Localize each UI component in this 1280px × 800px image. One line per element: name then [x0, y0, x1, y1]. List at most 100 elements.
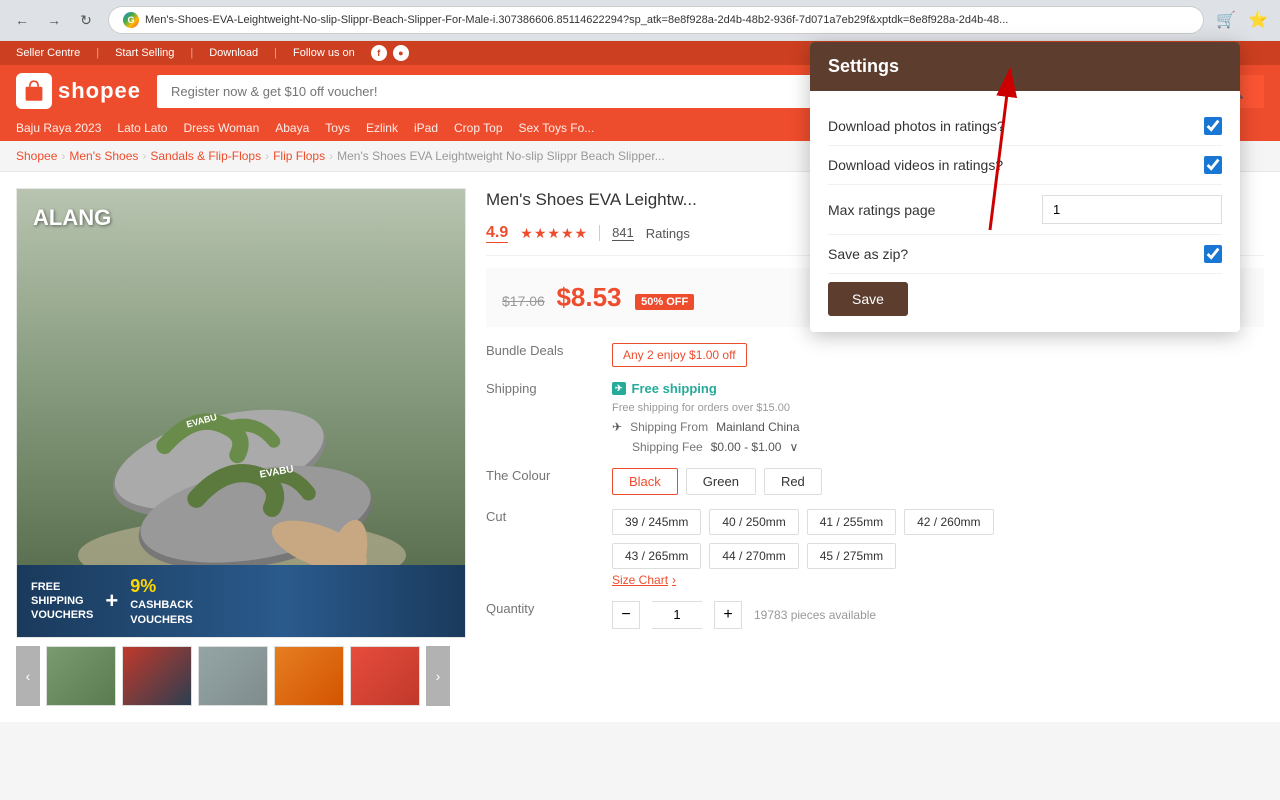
- thumbnail-2[interactable]: [122, 646, 192, 706]
- sep3: |: [274, 47, 277, 59]
- extension-button-1[interactable]: 🛒: [1212, 6, 1240, 34]
- save-zip-row: Save as zip?: [828, 235, 1222, 274]
- size-43[interactable]: 43 / 265mm: [612, 543, 701, 569]
- nav-link-sex[interactable]: Sex Toys Fo...: [519, 121, 595, 135]
- bundle-value: Any 2 enjoy $1.00 off: [612, 343, 1264, 367]
- back-button[interactable]: ←: [8, 6, 36, 34]
- extension-button-2[interactable]: ⭐: [1244, 6, 1272, 34]
- download-photos-label: Download photos in ratings?: [828, 118, 1005, 134]
- cut-label: Cut: [486, 509, 596, 524]
- save-zip-checkbox[interactable]: [1204, 245, 1222, 263]
- size-chart-link[interactable]: Size Chart ›: [612, 573, 676, 587]
- instagram-icon[interactable]: ●: [393, 45, 409, 61]
- logo-bag-icon: [16, 73, 52, 109]
- max-ratings-input[interactable]: [1042, 195, 1222, 224]
- rating-score: 4.9: [486, 224, 508, 243]
- ratings-label: Ratings: [646, 226, 690, 241]
- size-40[interactable]: 40 / 250mm: [709, 509, 798, 535]
- ship-from-label: Shipping From: [630, 420, 708, 434]
- browser-toolbar: ← → ↻ G Men's-Shoes-EVA-Leightweight-No-…: [0, 0, 1280, 40]
- nav-link-crop[interactable]: Crop Top: [454, 121, 502, 135]
- nav-link-lato[interactable]: Lato Lato: [117, 121, 167, 135]
- cut-value: 39 / 245mm 40 / 250mm 41 / 255mm 42 / 26…: [612, 509, 1264, 587]
- thumbnail-4[interactable]: [274, 646, 344, 706]
- facebook-icon[interactable]: f: [371, 45, 387, 61]
- shipping-value: ✈ Free shipping Free shipping for orders…: [612, 381, 1264, 454]
- nav-link-abaya[interactable]: Abaya: [275, 121, 309, 135]
- shipping-row: Shipping ✈ Free shipping Free shipping f…: [486, 381, 1264, 454]
- size-39[interactable]: 39 / 245mm: [612, 509, 701, 535]
- quantity-increase-button[interactable]: +: [714, 601, 742, 629]
- main-product-image: ALANG E: [16, 188, 466, 638]
- size-chart-arrow: ›: [672, 573, 676, 587]
- max-ratings-label: Max ratings page: [828, 202, 935, 218]
- colour-black[interactable]: Black: [612, 468, 678, 495]
- product-images: ALANG E: [16, 188, 466, 706]
- nav-link-ezlink[interactable]: Ezlink: [366, 121, 398, 135]
- shipping-banner: FREESHIPPINGVOUCHERS + 9%CASHBACKVOUCHER…: [17, 565, 465, 637]
- start-selling-link[interactable]: Start Selling: [115, 47, 174, 59]
- free-ship-icon: ✈: [612, 382, 626, 395]
- chevron-down-icon: ∨: [789, 440, 798, 454]
- google-icon: G: [123, 12, 139, 28]
- bundle-label: Bundle Deals: [486, 343, 596, 358]
- breadcrumb-shopee[interactable]: Shopee: [16, 149, 57, 163]
- ratings-count: 841: [612, 225, 634, 241]
- thumbnail-5[interactable]: [350, 646, 420, 706]
- free-ship-text: Free shipping: [632, 381, 717, 396]
- save-button[interactable]: Save: [828, 282, 908, 316]
- quantity-decrease-button[interactable]: −: [612, 601, 640, 629]
- star-1: ★: [520, 225, 533, 242]
- seller-centre-link[interactable]: Seller Centre: [16, 47, 80, 59]
- sep1: |: [96, 47, 99, 59]
- size-41[interactable]: 41 / 255mm: [807, 509, 896, 535]
- breadcrumb-sep-4: ›: [329, 149, 333, 163]
- colour-red[interactable]: Red: [764, 468, 822, 495]
- sep2: |: [190, 47, 193, 59]
- quantity-label: Quantity: [486, 601, 596, 616]
- thumbnail-1[interactable]: [46, 646, 116, 706]
- banner-cashback: 9%CASHBACKVOUCHERS: [130, 575, 193, 627]
- nav-link-dress[interactable]: Dress Woman: [183, 121, 259, 135]
- ship-from-value: Mainland China: [716, 420, 799, 434]
- breadcrumb-sep-3: ›: [265, 149, 269, 163]
- nav-link-toys[interactable]: Toys: [325, 121, 350, 135]
- quantity-input[interactable]: [652, 601, 702, 629]
- breadcrumb-flip-flops[interactable]: Flip Flops: [273, 149, 325, 163]
- top-bar-left: Seller Centre | Start Selling | Download…: [16, 45, 409, 61]
- size-options-2: 43 / 265mm 44 / 270mm 45 / 275mm: [612, 543, 1264, 569]
- breadcrumb-mens-shoes[interactable]: Men's Shoes: [69, 149, 138, 163]
- breadcrumb-sandals[interactable]: Sandals & Flip-Flops: [150, 149, 261, 163]
- free-ship-row: ✈ Free shipping: [612, 381, 1264, 396]
- settings-body: Download photos in ratings? Download vid…: [810, 91, 1240, 332]
- size-44[interactable]: 44 / 270mm: [709, 543, 798, 569]
- ship-from-row: ✈ Shipping From Mainland China: [612, 420, 1264, 434]
- address-bar[interactable]: G Men's-Shoes-EVA-Leightweight-No-slip-S…: [108, 6, 1204, 34]
- size-42[interactable]: 42 / 260mm: [904, 509, 993, 535]
- rating-sep: [599, 225, 600, 241]
- reload-button[interactable]: ↻: [72, 6, 100, 34]
- download-photos-checkbox[interactable]: [1204, 117, 1222, 135]
- product-details: Bundle Deals Any 2 enjoy $1.00 off Shipp…: [486, 343, 1264, 629]
- nav-link-baju[interactable]: Baju Raya 2023: [16, 121, 101, 135]
- original-price: $17.06: [502, 293, 545, 309]
- forward-button[interactable]: →: [40, 6, 68, 34]
- shopee-logo[interactable]: shopee: [16, 73, 141, 109]
- thumb-next-button[interactable]: ›: [426, 646, 450, 706]
- colour-green[interactable]: Green: [686, 468, 756, 495]
- bag-svg: [20, 77, 48, 105]
- thumb-prev-button[interactable]: ‹: [16, 646, 40, 706]
- ship-fee-label: Shipping Fee: [632, 440, 703, 454]
- download-link[interactable]: Download: [209, 47, 258, 59]
- shipping-info: ✈ Free shipping Free shipping for orders…: [612, 381, 1264, 454]
- settings-panel: Settings Download photos in ratings? Dow…: [810, 42, 1240, 332]
- flipflop-illustration: EVABU EVABU: [17, 209, 466, 619]
- thumbnail-3[interactable]: [198, 646, 268, 706]
- download-videos-checkbox[interactable]: [1204, 156, 1222, 174]
- star-2: ★: [534, 225, 547, 242]
- nav-link-ipad[interactable]: iPad: [414, 121, 438, 135]
- breadcrumb-product: Men's Shoes EVA Leightweight No-slip Sli…: [337, 149, 665, 163]
- size-45[interactable]: 45 / 275mm: [807, 543, 896, 569]
- colour-label: The Colour: [486, 468, 596, 483]
- download-videos-label: Download videos in ratings?: [828, 157, 1003, 173]
